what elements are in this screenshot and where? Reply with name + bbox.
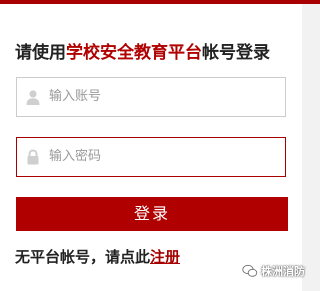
password-field[interactable]: 输入密码 [16, 137, 286, 177]
register-prompt-line: 无平台帐号，请点此注册 [15, 246, 180, 268]
user-icon [25, 89, 41, 105]
lock-icon [25, 149, 41, 165]
register-prompt-text: 无平台帐号，请点此 [15, 248, 151, 266]
watermark-text: 株洲消防 [261, 265, 305, 278]
username-field[interactable]: 输入账号 [16, 77, 286, 117]
login-title-prefix: 请使用 [15, 43, 66, 63]
login-title-suffix: 帐号登录 [202, 43, 270, 63]
wechat-icon [242, 264, 258, 277]
login-title-platform-name: 学校安全教育平台 [66, 43, 202, 63]
register-link[interactable]: 注册 [150, 248, 180, 266]
login-title: 请使用学校安全教育平台帐号登录 [15, 40, 270, 66]
watermark: 株洲消防 [242, 262, 305, 280]
username-placeholder: 输入账号 [49, 89, 102, 104]
password-placeholder: 输入密码 [49, 149, 102, 164]
login-button[interactable]: 登录 [16, 197, 288, 231]
